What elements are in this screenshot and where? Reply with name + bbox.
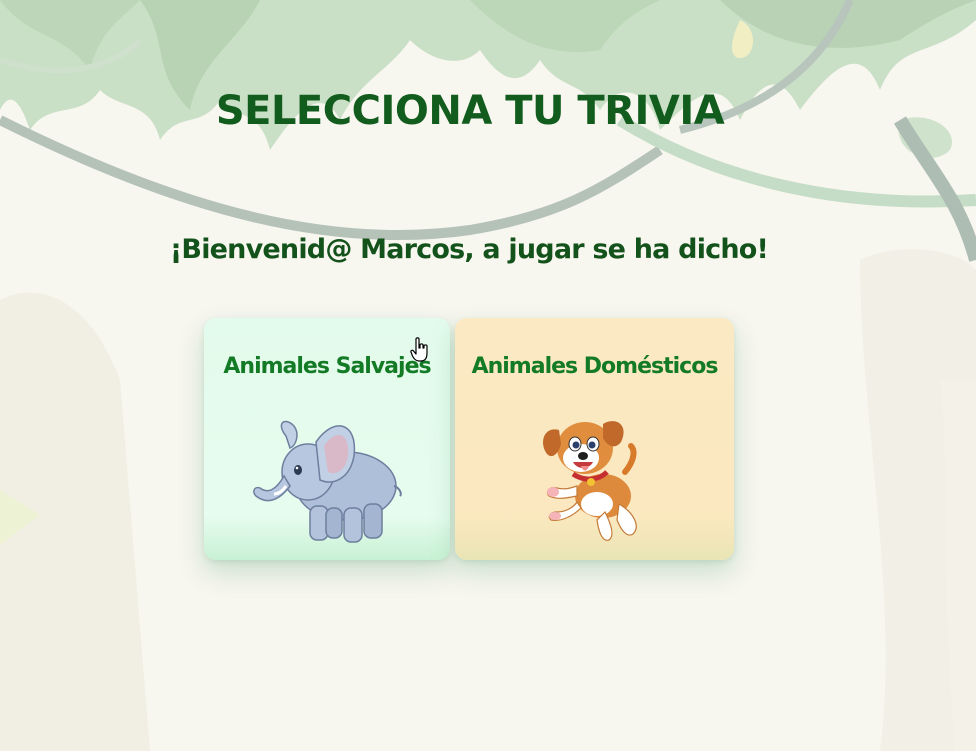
welcome-message: ¡Bienvenid@ Marcos, a jugar se ha dicho! <box>169 234 769 265</box>
trivia-card-domestic-animals[interactable]: Animales Domésticos <box>455 318 734 560</box>
card-title-domestic-animals: Animales Domésticos <box>471 354 719 379</box>
hand-pointer-cursor-icon <box>410 337 428 362</box>
puppy-icon <box>543 421 637 541</box>
elephant-icon <box>253 420 402 543</box>
page-title: SELECCIONA TU TRIVIA <box>215 88 725 134</box>
